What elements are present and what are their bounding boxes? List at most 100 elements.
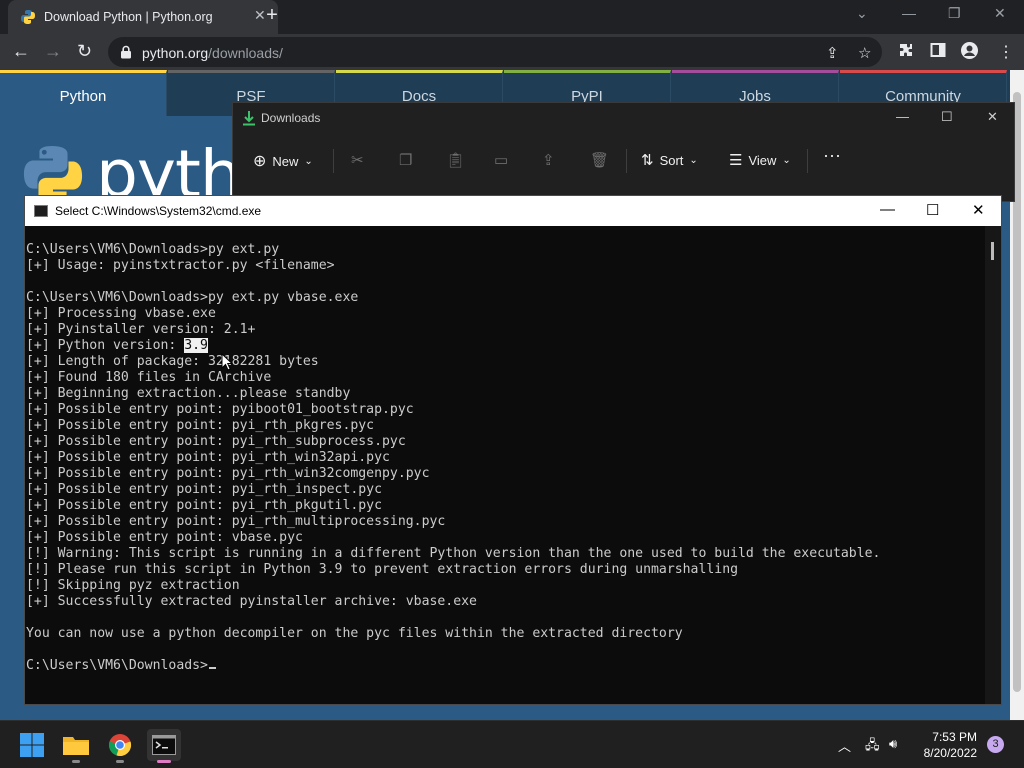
share-icon[interactable]: ⇪: [542, 151, 555, 169]
chevron-down-icon: ⌄: [782, 154, 791, 166]
console-line: [+] Pyinstaller version: 2.1+: [26, 322, 256, 337]
url-host: python.org: [142, 45, 209, 61]
explorer-maximize-icon[interactable]: ☐: [941, 109, 953, 125]
console-line: [+] Possible entry point: pyi_rth_inspec…: [26, 482, 383, 497]
volume-icon[interactable]: 🔊︎: [889, 736, 897, 752]
selected-text[interactable]: 3.9: [184, 338, 208, 353]
chevron-down-icon: ⌄: [689, 154, 698, 166]
side-panel-icon[interactable]: [930, 42, 946, 58]
sort-button[interactable]: ⇅ Sort ⌄: [641, 151, 698, 169]
cmd-close-icon[interactable]: ✕: [972, 201, 985, 219]
notification-badge[interactable]: 3: [987, 736, 1004, 753]
profile-avatar-icon[interactable]: [961, 42, 978, 59]
lock-icon: [121, 45, 131, 59]
console-line: [+] Possible entry point: pyi_rth_win32a…: [26, 450, 390, 465]
taskbar-cmd[interactable]: [147, 729, 181, 763]
terminal-icon: [152, 735, 176, 755]
taskbar-file-explorer[interactable]: [59, 729, 93, 763]
cmd-window: Select C:\Windows\System32\cmd.exe — ☐ ✕…: [24, 195, 1002, 705]
rename-icon[interactable]: ▭: [494, 151, 508, 169]
restore-icon[interactable]: ❐: [948, 5, 961, 22]
cmd-scrollbar[interactable]: [985, 226, 1001, 704]
console-line: [+] Python version: 3.9: [26, 338, 208, 353]
minimize-icon[interactable]: —: [902, 5, 916, 21]
start-button[interactable]: [15, 729, 49, 761]
console-line: [+] Possible entry point: pyiboot01_boot…: [26, 402, 414, 417]
copy-icon[interactable]: ❐: [399, 151, 412, 169]
console-output[interactable]: C:\Users\VM6\Downloads>py ext.py [+] Usa…: [25, 226, 987, 704]
chevron-down-icon: ⌄: [304, 155, 313, 167]
text-caret: [208, 667, 216, 669]
forward-arrow-icon[interactable]: →: [44, 41, 62, 61]
url-path: /downloads/: [208, 45, 283, 61]
view-button[interactable]: ☰ View ⌄: [729, 151, 791, 169]
close-window-icon[interactable]: ✕: [994, 5, 1006, 22]
tab-search-chevron-icon[interactable]: ⌄: [856, 5, 868, 22]
reload-icon[interactable]: ↻: [77, 41, 92, 61]
console-prompt: C:\Users\VM6\Downloads>: [26, 658, 208, 673]
taskbar-chrome[interactable]: [103, 729, 137, 763]
paste-icon[interactable]: 📋︎: [446, 151, 465, 169]
sort-arrows-icon: ⇅: [641, 152, 654, 169]
mouse-pointer-icon: [221, 353, 233, 371]
new-tab-button[interactable]: +: [262, 4, 282, 27]
clock[interactable]: 7:53 PM 8/20/2022: [922, 729, 977, 761]
cmd-maximize-icon[interactable]: ☐: [926, 201, 939, 219]
console-line: [!] Skipping pyz extraction: [26, 578, 240, 593]
console-line: You can now use a python decompiler on t…: [26, 626, 683, 641]
cmd-scrollbar-thumb[interactable]: [991, 242, 994, 260]
explorer-title: Downloads: [261, 111, 321, 125]
cmd-title-bar[interactable]: Select C:\Windows\System32\cmd.exe — ☐ ✕: [25, 196, 1001, 226]
active-indicator: [157, 760, 171, 763]
console-line: [+] Beginning extraction...please standb…: [26, 386, 351, 401]
clock-date: 8/20/2022: [923, 746, 977, 760]
extensions-puzzle-icon[interactable]: [898, 42, 914, 58]
address-bar[interactable]: python.org/downloads/ ⇪ ☆: [108, 37, 882, 67]
toolbar-divider: [807, 149, 808, 173]
toolbar-divider: [333, 149, 334, 173]
view-list-icon: ☰: [729, 152, 743, 169]
more-options-icon[interactable]: ···: [823, 145, 841, 166]
console-line: [+] Processing vbase.exe: [26, 306, 216, 321]
browser-tab[interactable]: Download Python | Python.org ✕: [8, 0, 278, 34]
cut-icon[interactable]: ✂: [351, 151, 364, 169]
plus-circle-icon: ⊕: [253, 153, 267, 170]
network-icon[interactable]: 🖧︎: [865, 736, 880, 758]
site-nav-python[interactable]: Python: [0, 70, 167, 116]
chrome-icon: [108, 734, 132, 756]
download-arrow-icon: [243, 111, 255, 126]
cmd-minimize-icon[interactable]: —: [880, 201, 895, 218]
console-line: [+] Possible entry point: vbase.pyc: [26, 530, 303, 545]
browser-toolbar: ← → ↻ python.org/downloads/ ⇪ ☆ ⋮: [0, 34, 1024, 70]
console-line: [+] Possible entry point: pyi_rth_pkgres…: [26, 418, 375, 433]
explorer-minimize-icon[interactable]: —: [896, 109, 909, 124]
menu-kebab-icon[interactable]: ⋮: [998, 42, 1014, 62]
console-line: [+] Possible entry point: pyi_rth_win32c…: [26, 466, 430, 481]
running-indicator: [72, 760, 80, 763]
back-arrow-icon[interactable]: ←: [12, 41, 30, 61]
bookmark-star-icon[interactable]: ☆: [858, 44, 871, 62]
python-favicon-icon: [21, 10, 35, 24]
file-explorer-window: Downloads — ☐ ✕ ⊕ New ⌄ ✂ ❐ 📋︎ ▭ ⇪ 🗑︎ ⇅ …: [232, 102, 1015, 202]
browser-tab-strip: Download Python | Python.org ✕ + ⌄ — ❐ ✕: [0, 0, 1024, 34]
share-icon[interactable]: ⇪: [826, 44, 839, 62]
console-prompt-line: C:\Users\VM6\Downloads>: [25, 658, 987, 674]
console-line: C:\Users\VM6\Downloads>py ext.py vbase.e…: [26, 290, 359, 305]
explorer-close-icon[interactable]: ✕: [987, 109, 998, 125]
running-indicator: [116, 760, 124, 763]
delete-icon[interactable]: 🗑︎: [590, 151, 609, 169]
console-line: [!] Warning: This script is running in a…: [26, 546, 881, 561]
console-line: [+] Usage: pyinstxtractor.py <filename>: [26, 258, 335, 273]
toolbar-divider: [626, 149, 627, 173]
new-button[interactable]: ⊕ New ⌄: [253, 151, 313, 171]
console-line: [+] Found 180 files in CArchive: [26, 370, 272, 385]
cmd-title: Select C:\Windows\System32\cmd.exe: [55, 204, 262, 218]
console-line: [+] Successfully extracted pyinstaller a…: [26, 594, 477, 609]
tray-chevron-up-icon[interactable]: ︿: [838, 736, 851, 755]
explorer-command-bar: ⊕ New ⌄ ✂ ❐ 📋︎ ▭ ⇪ 🗑︎ ⇅ Sort ⌄ ☰ View ⌄ …: [233, 137, 1014, 185]
clock-time: 7:53 PM: [932, 730, 977, 744]
taskbar: ︿ 🖧︎ 🔊︎ 7:53 PM 8/20/2022 3: [0, 720, 1024, 768]
